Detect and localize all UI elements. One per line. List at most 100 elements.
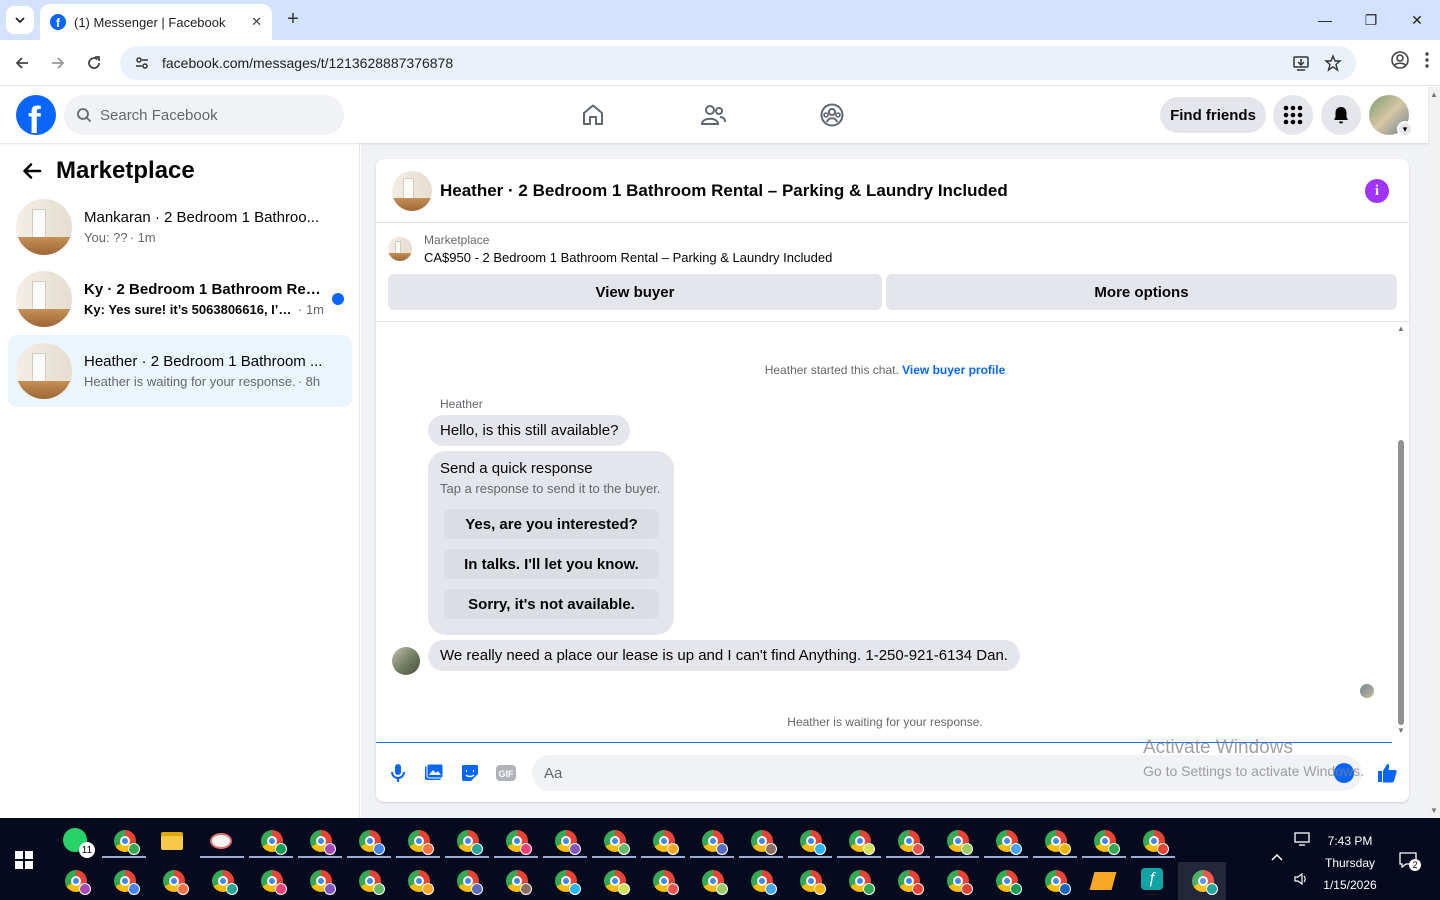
chrome-app-icon[interactable] (798, 828, 826, 855)
scroll-down-icon[interactable]: ▼ (1397, 726, 1405, 735)
chrome-app-icon[interactable] (1141, 828, 1169, 855)
chrome-app-icon[interactable] (847, 828, 875, 855)
close-window-button[interactable]: ✕ (1394, 0, 1440, 40)
taskbar-clock[interactable]: 7:43 PM Thursday 1/15/2026 (1318, 830, 1382, 896)
site-info-icon[interactable] (132, 53, 152, 73)
more-options-button[interactable]: More options (886, 274, 1397, 310)
minimize-button[interactable]: — (1302, 0, 1348, 40)
chrome-app-icon[interactable] (749, 868, 777, 895)
chrome-app-icon[interactable] (994, 868, 1022, 895)
chrome-app-icon[interactable] (308, 868, 336, 895)
back-button[interactable] (9, 50, 35, 76)
chrome-app-icon[interactable] (259, 828, 287, 855)
browser-menu-icon[interactable] (1424, 50, 1430, 70)
chat-title[interactable]: Heather · 2 Bedroom 1 Bathroom Rental – … (440, 181, 1008, 201)
notification-center-button[interactable]: 2 (1398, 851, 1422, 871)
conversation-item[interactable]: Heather · 2 Bedroom 1 Bathroom ... Heath… (8, 335, 352, 407)
chrome-app-icon[interactable] (896, 868, 924, 895)
scroll-up-icon[interactable]: ▲ (1430, 90, 1438, 99)
whatsapp-app-icon[interactable]: 11 (63, 828, 95, 858)
conversation-item[interactable]: Mankaran · 2 Bedroom 1 Bathroo... You: ?… (8, 191, 352, 263)
chrome-app-icon[interactable] (455, 828, 483, 855)
reload-button[interactable] (81, 50, 107, 76)
notifications-button[interactable] (1321, 95, 1361, 135)
volume-icon[interactable] (1293, 872, 1309, 886)
find-friends-button[interactable]: Find friends (1160, 97, 1266, 133)
scroll-thumb[interactable] (1398, 440, 1404, 725)
listing-banner[interactable]: Marketplace CA$950 - 2 Bedroom 1 Bathroo… (388, 233, 832, 265)
chrome-app-icon[interactable] (651, 868, 679, 895)
chrome-app-icon[interactable] (406, 868, 434, 895)
tab-search-button[interactable] (6, 6, 34, 34)
chrome-app-icon[interactable] (553, 868, 581, 895)
chrome-app-icon[interactable] (1092, 828, 1120, 855)
info-icon[interactable]: i (1365, 179, 1389, 203)
chrome-app-icon[interactable] (798, 868, 826, 895)
chat-scrollbar[interactable]: ▲ ▼ (1394, 322, 1408, 742)
view-buyer-button[interactable]: View buyer (388, 274, 882, 310)
chrome-app-icon[interactable] (406, 828, 434, 855)
chrome-app-icon[interactable] (602, 828, 630, 855)
chrome-app-icon[interactable] (749, 828, 777, 855)
chrome-app-icon[interactable] (1043, 828, 1071, 855)
chrome-app-icon[interactable] (357, 868, 385, 895)
chrome-app-icon[interactable] (308, 828, 336, 855)
install-app-icon[interactable] (1292, 54, 1310, 72)
back-arrow-icon[interactable] (18, 157, 46, 185)
chrome-app-icon[interactable] (700, 828, 728, 855)
gif-icon[interactable]: GIF (494, 761, 518, 785)
microphone-icon[interactable] (386, 761, 410, 785)
facebook-logo[interactable]: f (16, 95, 56, 135)
conversation-item[interactable]: Ky · 2 Bedroom 1 Bathroom Rent... Ky: Ye… (8, 263, 352, 335)
chrome-app-icon[interactable] (847, 868, 875, 895)
chrome-app-icon[interactable] (700, 868, 728, 895)
new-tab-button[interactable]: + (282, 8, 304, 30)
chrome-app-icon[interactable] (553, 828, 581, 855)
photo-icon[interactable] (422, 761, 446, 785)
thumbs-up-icon[interactable] (1375, 761, 1399, 785)
chrome-app-icon[interactable] (504, 828, 532, 855)
chrome-app-icon[interactable] (161, 868, 189, 895)
maximize-button[interactable]: ❐ (1348, 0, 1394, 40)
chrome-app-icon[interactable] (602, 868, 630, 895)
windows-start-icon[interactable] (15, 851, 33, 869)
chrome-app-icon[interactable] (357, 828, 385, 855)
sender-avatar[interactable] (392, 647, 420, 675)
quick-reply-button[interactable]: In talks. I'll let you know. (444, 549, 659, 579)
chrome-app-icon[interactable] (455, 868, 483, 895)
emoji-icon[interactable] (1334, 763, 1354, 783)
chrome-app-icon[interactable] (651, 828, 679, 855)
page-scrollbar[interactable]: ▲ ▼ (1428, 87, 1440, 818)
chrome-app-icon[interactable] (210, 868, 238, 895)
file-explorer-icon[interactable] (161, 828, 187, 854)
quick-reply-button[interactable]: Sorry, it's not available. (444, 589, 659, 619)
chrome-app-icon[interactable] (504, 868, 532, 895)
paint-app-icon[interactable] (210, 828, 236, 854)
h-app-icon[interactable] (1043, 868, 1071, 895)
chrome-app-icon[interactable] (945, 828, 973, 855)
chat-listing-avatar[interactable] (392, 170, 432, 211)
menu-button[interactable] (1273, 95, 1313, 135)
message-input[interactable] (532, 755, 1362, 791)
profile-icon[interactable] (1390, 50, 1410, 70)
nav-groups[interactable] (776, 87, 888, 143)
scroll-down-icon[interactable]: ▼ (1430, 806, 1438, 815)
sticker-icon[interactable] (458, 761, 482, 785)
quick-reply-button[interactable]: Yes, are you interested? (444, 509, 659, 539)
chrome-app-icon[interactable] (112, 868, 140, 895)
view-buyer-profile-link[interactable]: View buyer profile (902, 363, 1005, 377)
nav-home[interactable] (537, 87, 649, 143)
account-avatar[interactable]: ▾ (1369, 95, 1413, 137)
chrome-app-icon[interactable] (259, 868, 287, 895)
script-app-icon[interactable]: ƒ (1141, 868, 1167, 894)
chrome-app-icon[interactable] (896, 828, 924, 855)
nav-friends[interactable] (657, 87, 769, 143)
chrome-app-icon[interactable] (994, 828, 1022, 855)
chrome-app-icon[interactable] (945, 868, 973, 895)
forward-button[interactable] (45, 50, 71, 76)
tab-close-icon[interactable]: ✕ (251, 14, 262, 30)
bookmark-star-icon[interactable] (1324, 54, 1342, 72)
chrome-app-icon[interactable] (63, 868, 91, 895)
browser-tab[interactable]: f (1) Messenger | Facebook ✕ (40, 4, 272, 40)
facebook-search[interactable]: Search Facebook (64, 95, 344, 135)
